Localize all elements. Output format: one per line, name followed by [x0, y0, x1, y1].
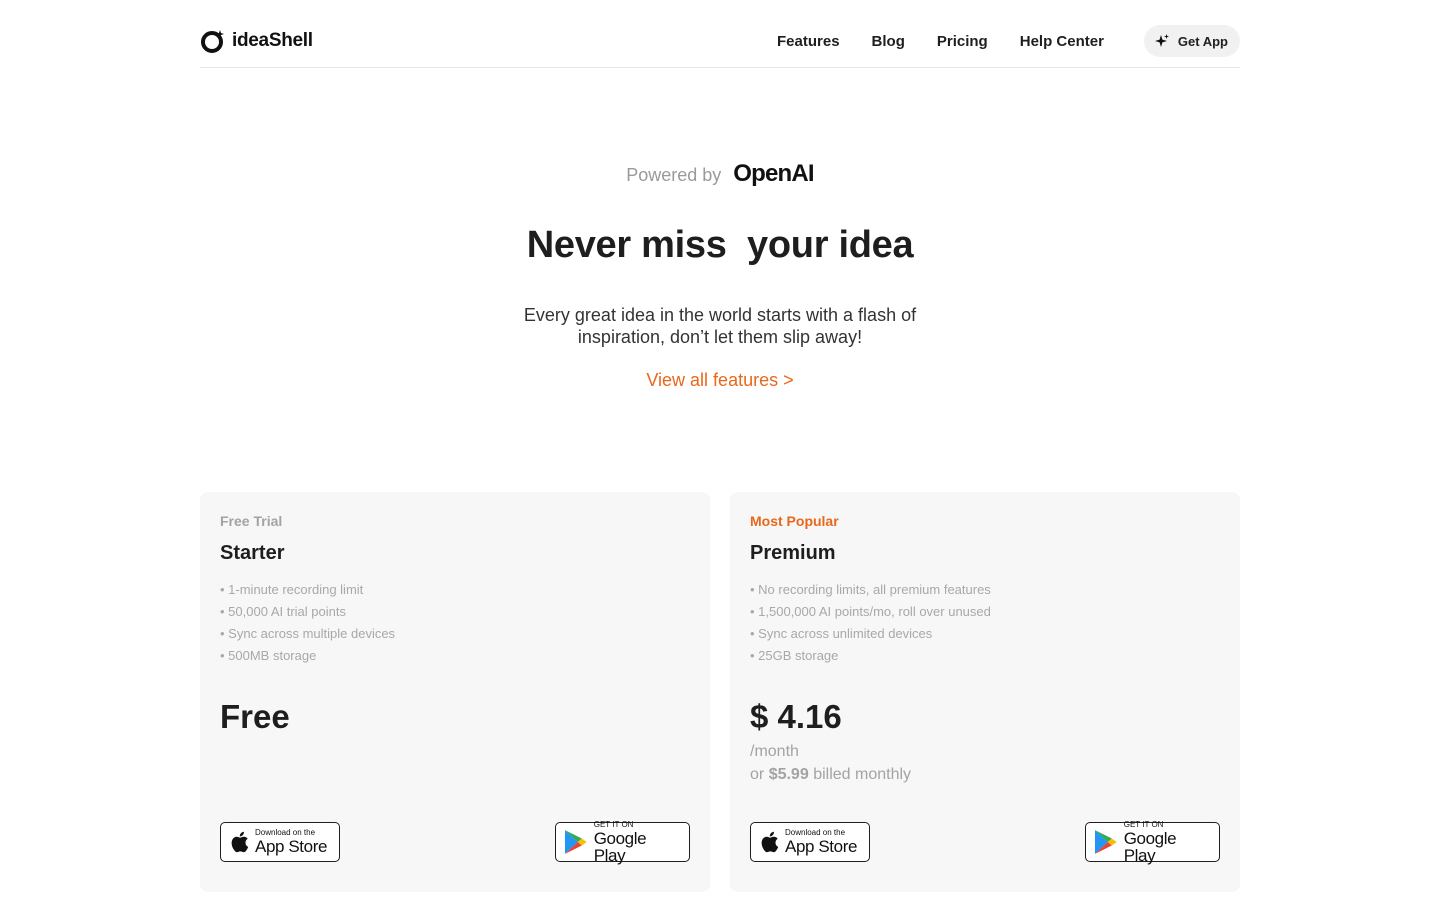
billed-amount: $5.99: [768, 766, 809, 783]
plan-price: Free: [220, 698, 290, 735]
feature-list: • No recording limits, all premium featu…: [750, 579, 1220, 667]
get-app-label: Get App: [1177, 33, 1228, 49]
powered-by-label: Powered by: [626, 164, 722, 185]
apple-icon: [761, 831, 779, 853]
feature-list: • 1-minute recording limit • 50,000 AI t…: [220, 579, 690, 667]
openai-logo: OpenAI: [733, 160, 814, 187]
google-play-text: GET IT ON Google Play: [593, 819, 681, 865]
google-play-icon: [564, 830, 587, 854]
main-nav: Features Blog Pricing Help Center Get Ap…: [777, 19, 1240, 63]
plan-card-starter: Free Trial Starter • 1-minute recording …: [200, 492, 710, 892]
google-play-small: GET IT ON: [1123, 819, 1164, 829]
feature-item: • 1-minute recording limit: [220, 582, 364, 597]
plan-name: Starter: [220, 542, 285, 564]
google-play-big: Google Play: [1123, 828, 1177, 865]
nav-pricing[interactable]: Pricing: [937, 33, 988, 50]
app-store-badge[interactable]: Download on the App Store: [750, 822, 870, 862]
feature-item: • No recording limits, all premium featu…: [750, 582, 991, 597]
google-play-big: Google Play: [593, 828, 647, 865]
app-store-small: Download on the: [785, 828, 846, 837]
feature-item: • 50,000 AI trial points: [220, 604, 346, 619]
billed-prefix: or: [750, 766, 765, 783]
google-play-small: GET IT ON: [593, 819, 634, 829]
hero-subtitle: Every great idea in the world starts wit…: [523, 305, 917, 347]
app-store-text: Download on the App Store: [255, 828, 328, 856]
app-store-small: Download on the: [255, 828, 316, 837]
get-app-button[interactable]: Get App: [1143, 25, 1240, 57]
google-play-icon: [1094, 830, 1117, 854]
feature-item: • Sync across multiple devices: [220, 626, 396, 641]
billed-suffix: billed monthly: [813, 766, 912, 783]
plan-price: $ 4.16: [750, 698, 842, 735]
plan-tag: Free Trial: [220, 513, 283, 529]
google-play-badge[interactable]: GET IT ON Google Play: [555, 819, 690, 865]
brand[interactable]: ideaShell: [200, 19, 313, 63]
plan-name: Premium: [750, 542, 836, 564]
plan-period: /month: [750, 743, 799, 760]
sparkle-icon: [1154, 34, 1169, 47]
nav-features[interactable]: Features: [777, 33, 840, 50]
view-all-features-link[interactable]: View all features >: [0, 370, 1440, 391]
powered-by: Powered by OpenAI: [0, 160, 1440, 188]
google-play-badge[interactable]: GET IT ON Google Play: [1085, 819, 1220, 865]
nav-blog[interactable]: Blog: [872, 33, 905, 50]
feature-item: • Sync across unlimited devices: [750, 626, 933, 641]
plan-tag: Most Popular: [750, 513, 839, 529]
site-header: ideaShell Features Blog Pricing Help Cen…: [200, 22, 1240, 68]
plan-card-premium: Most Popular Premium • No recording limi…: [730, 492, 1240, 892]
feature-item: • 500MB storage: [220, 648, 317, 663]
billed-monthly-note: or $5.99 billed monthly: [750, 766, 911, 784]
hero-title: Never miss your idea: [526, 224, 914, 266]
nav-help-center[interactable]: Help Center: [1020, 33, 1104, 50]
app-store-text: Download on the App Store: [785, 828, 858, 856]
feature-item: • 1,500,000 AI points/mo, roll over unus…: [750, 604, 991, 619]
app-store-badge[interactable]: Download on the App Store: [220, 822, 340, 862]
app-store-big: App Store: [785, 837, 858, 856]
ideashell-logo-icon: [201, 30, 224, 53]
brand-name: ideaShell: [232, 30, 313, 51]
google-play-text: GET IT ON Google Play: [1123, 819, 1211, 865]
app-store-big: App Store: [255, 837, 328, 856]
feature-item: • 25GB storage: [750, 648, 839, 663]
apple-icon: [231, 831, 249, 853]
